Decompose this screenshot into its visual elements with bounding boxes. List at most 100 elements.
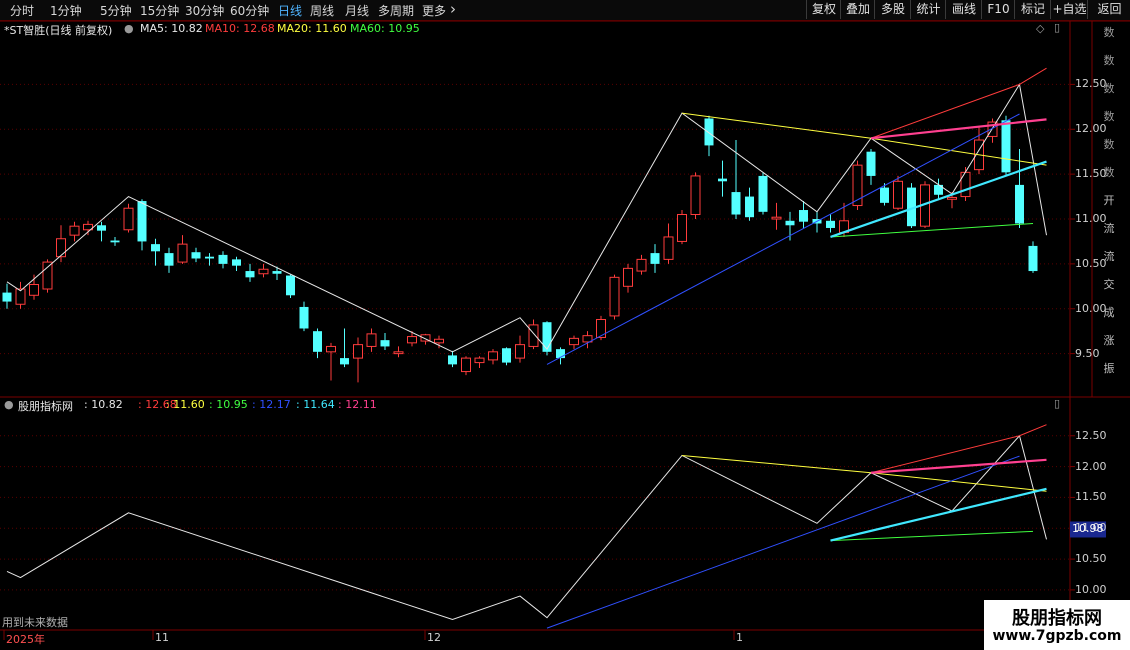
main-legend-item: MA20: 11.60	[277, 22, 347, 35]
candle-body-down	[286, 275, 295, 296]
indicator-line-trend1	[546, 455, 1020, 629]
candle-body-down	[731, 192, 741, 215]
indicator-legend-item: : 12.11	[338, 398, 377, 411]
candle-body-up	[353, 344, 363, 359]
candle-body-down	[299, 306, 309, 329]
candle-body-down	[191, 252, 201, 259]
main-price-label: 12.00	[1075, 122, 1107, 136]
candle-body-down	[1015, 184, 1024, 224]
candle-body-up	[42, 261, 53, 290]
side-panel-char: 开	[1103, 194, 1115, 207]
main-line-trend1	[546, 113, 1020, 365]
main-line-MA5	[6, 83, 1047, 353]
main-legend-item: MA5: 10.82	[140, 22, 203, 35]
date-label: 12	[427, 631, 441, 644]
candle-body-up	[663, 236, 674, 260]
side-panel-char: 数	[1103, 82, 1115, 95]
indicator-legend-title: 股朋指标网	[18, 400, 73, 413]
legend-dropdown-icon[interactable]: ●	[124, 22, 134, 35]
indicator-legend-item: : 11.60	[166, 398, 205, 411]
indicator-price-label: 12.50	[1075, 428, 1107, 442]
future-data-note: 用到未来数据	[2, 616, 68, 629]
candle-body-up	[326, 345, 336, 353]
candle-body-down	[164, 253, 174, 266]
candle-body-down	[758, 175, 768, 212]
candle-body-down	[110, 240, 120, 243]
candle-body-up	[474, 357, 485, 364]
diamond-icon: ◇	[1036, 22, 1045, 35]
candle-body-down	[542, 322, 552, 352]
candle-body-down	[340, 358, 349, 365]
kline-chart[interactable]	[0, 0, 1130, 650]
date-label: 2025年	[6, 633, 45, 646]
candle-body-up	[69, 225, 80, 236]
candle-body-up	[56, 238, 66, 258]
side-panel-char: 数	[1103, 166, 1115, 179]
indicator-panel-expand-icon[interactable]: ▯	[1054, 397, 1060, 410]
candle-body-down	[218, 254, 228, 264]
indicator-line-MA20	[681, 454, 1047, 492]
candle-body-down	[313, 331, 322, 352]
candle-body-down	[232, 259, 241, 266]
candle-body-down	[380, 340, 390, 347]
indicator-line-MA5	[6, 434, 1047, 621]
candle-body-up	[393, 351, 404, 355]
candle-body-up	[258, 268, 269, 275]
candle-body-up	[893, 180, 903, 209]
main-line-trend2	[830, 160, 1047, 238]
candle-body-down	[880, 187, 889, 203]
side-panel-char: 数	[1103, 54, 1115, 67]
candle-body-up	[596, 319, 606, 338]
candle-body-down	[245, 271, 255, 278]
watermark-url: www.7gpzb.com	[992, 628, 1122, 644]
side-panel-char: 数	[1103, 138, 1115, 151]
candle-body-up	[609, 276, 620, 317]
indicator-legend-item: : 12.17	[252, 398, 291, 411]
candle-body-down	[502, 348, 511, 363]
candle-body-up	[434, 338, 444, 344]
side-panel-char: 涨	[1103, 334, 1115, 347]
candle-body-up	[177, 243, 188, 263]
main-price-label: 9.50	[1075, 346, 1100, 360]
candle-body-down	[785, 220, 795, 226]
candle-body-down	[151, 244, 160, 252]
side-panel-char: 交	[1103, 278, 1115, 291]
candle-body-down	[650, 253, 660, 264]
candle-body-down	[1028, 245, 1038, 272]
indicator-price-label: 10.50	[1075, 552, 1107, 566]
date-label: 11	[155, 631, 169, 644]
side-panel-char: 数	[1103, 26, 1115, 39]
candle-body-down	[799, 210, 808, 222]
side-panel-char: 流	[1103, 222, 1115, 235]
candle-body-up	[461, 357, 471, 373]
panel-expand-icon[interactable]: ▯	[1054, 21, 1060, 34]
main-legend-title: *ST智胜(日线 前复权)	[4, 24, 113, 37]
candle-body-down	[137, 201, 147, 242]
candle-body-up	[29, 284, 39, 296]
indicator-legend-item: : 10.95	[209, 398, 248, 411]
indicator-price-label: 11.50	[1075, 490, 1107, 504]
candle-body-up	[123, 207, 134, 231]
candle-body-up	[569, 337, 579, 346]
side-panel-char: 数	[1103, 110, 1115, 123]
side-panel-char: 振	[1103, 362, 1115, 375]
indicator-legend-item: : 10.82	[84, 398, 123, 411]
candle-body-up	[528, 324, 539, 347]
candle-body-up	[947, 196, 957, 200]
candle-body-down	[1001, 120, 1011, 173]
candle-body-up	[488, 351, 498, 361]
main-line-MA20	[681, 112, 1047, 166]
candle-body-down	[205, 256, 214, 259]
candle-body-up	[366, 333, 377, 347]
candle-body-up	[690, 175, 701, 216]
candle-body-up	[771, 216, 782, 220]
watermark-title: 股朋指标网	[1012, 608, 1102, 629]
indicator-dropdown-icon[interactable]: ●	[4, 398, 14, 411]
candle-body-up	[515, 344, 525, 359]
side-panel-char: 成	[1103, 306, 1115, 319]
indicator-legend-item: : 11.64	[296, 398, 335, 411]
indicator-price-label: 10.00	[1075, 582, 1107, 596]
main-legend-item: MA60: 10.95	[350, 22, 420, 35]
candle-body-up	[407, 336, 417, 344]
candle-body-down	[2, 292, 12, 302]
